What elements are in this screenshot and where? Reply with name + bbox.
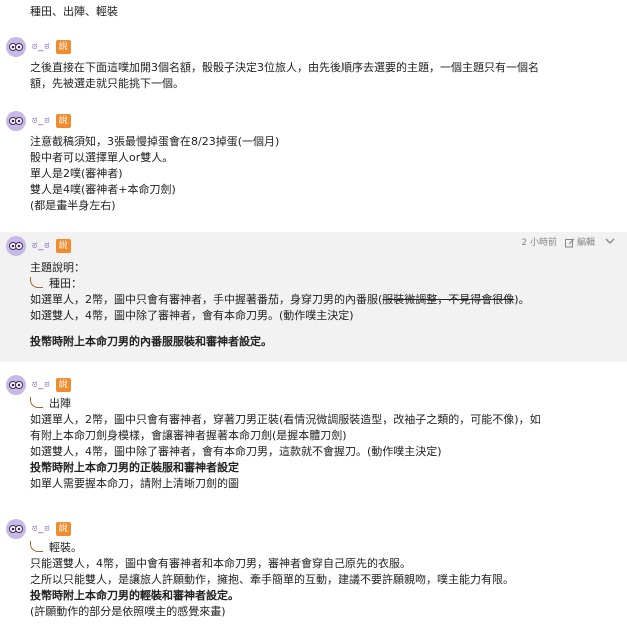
edit-label: 編輯	[576, 238, 595, 248]
plurk-response-3: ಠ_ಠ 說 2 小時前 編輯 主題說明： 種田： 如選單人，2幣，圖中只會有審神…	[0, 232, 627, 362]
response-header: ಠ_ಠ 說	[6, 110, 71, 132]
text-line: 種田：	[30, 276, 617, 292]
topic-label: 輕裝。	[49, 541, 82, 554]
avatar[interactable]	[6, 37, 26, 57]
author-name[interactable]: ಠ_ಠ	[32, 521, 51, 537]
text-line: 之所以只能雙人，是讓旅人許願動作，擁抱、牽手簡單的互動，建議不要許願親吻，噗主能…	[30, 573, 514, 586]
text-line: 如選雙人，4幣，圖中除了審神者，會有本命刀男，這款就不會握刀。(動作噗主決定)	[30, 445, 442, 458]
text-line: 有附上本命刀劍身模樣，會讓審神者握著本命刀劍(是握本體刀劍)	[30, 429, 347, 442]
chevron-down-icon[interactable]	[605, 235, 615, 251]
bold-line: 投幣時附上本命刀男的正裝服和審神者設定	[30, 461, 239, 474]
owl-face-icon	[9, 43, 23, 51]
response-meta: 2 小時前 編輯	[521, 235, 615, 251]
edit-button[interactable]: 編輯	[564, 235, 595, 251]
text-line: 如選單人，2幣，圖中只會有審神者，穿著刀男正裝(看情況微調服裝造型，改袖子之類的…	[30, 413, 541, 426]
response-header: ಠ_ಠ 說	[6, 235, 71, 257]
reply-hook-icon	[30, 277, 43, 288]
qualifier-badge: 說	[55, 378, 71, 392]
edit-icon	[564, 238, 575, 248]
text-line: 主題說明：	[30, 261, 85, 274]
response-body: 主題說明： 種田： 如選單人，2幣，圖中只會有審神者，手中握著番茄，身穿刀男的內…	[30, 260, 617, 350]
text-line: 單人是2噗(審神者)	[30, 167, 123, 180]
plurk-response-4: ಠ_ಠ 說 出陣 如選單人，2幣，圖中只會有審神者，穿著刀男正裝(看情況微調服裝…	[0, 374, 627, 504]
text-line: 骰中者可以選擇單人or雙人。	[30, 151, 174, 164]
owl-face-icon	[9, 117, 23, 125]
avatar[interactable]	[6, 111, 26, 131]
author-name[interactable]: ಠ_ಠ	[32, 238, 51, 254]
bold-line: 投幣時附上本命刀男的輕裝和審神者設定。	[30, 589, 239, 602]
response-header: ಠ_ಠ 說	[6, 518, 71, 540]
text-line: (許願動作的部分是依照噗主的感覺來畫)	[30, 605, 226, 618]
response-header: ಠ_ಠ 說	[6, 36, 71, 58]
response-body: 出陣 如選單人，2幣，圖中只會有審神者，穿著刀男正裝(看情況微調服裝造型，改袖子…	[30, 396, 617, 492]
text-line: 額，先被選走就只能挑下一個。	[30, 77, 184, 90]
text-line: 如選單人，2幣，圖中只會有審神者，手中握著番茄，身穿刀男的內番服(服裝微調整，不…	[30, 292, 617, 308]
plurk-response-2: ಠ_ಠ 說 注意截稿須知，3張最慢掉蛋會在8/23掉蛋(一個月) 骰中者可以選擇…	[0, 110, 627, 230]
text-line: 雙人是4噗(審神者+本命刀劍)	[30, 183, 176, 196]
avatar[interactable]	[6, 519, 26, 539]
response-body: 輕裝。 只能選雙人，4幣，圖中會有審神者和本命刀男，審神者會穿自己原先的衣服。 …	[30, 540, 617, 620]
timestamp: 2 小時前	[521, 238, 557, 248]
plurk-response-5: ಠ_ಠ 說 輕裝。 只能選雙人，4幣，圖中會有審神者和本命刀男，審神者會穿自己原…	[0, 518, 627, 631]
text-line: 如單人需要握本命刀，請附上清晰刀劍的圖	[30, 477, 239, 490]
author-name[interactable]: ಠ_ಠ	[32, 39, 51, 55]
owl-face-icon	[9, 242, 23, 250]
text-segment: 如選單人，2幣，圖中只會有審神者，手中握著番茄，身穿刀男的內番服(	[30, 293, 383, 306]
text-line: 注意截稿須知，3張最慢掉蛋會在8/23掉蛋(一個月)	[30, 135, 280, 148]
top-line: 種田、出陣、輕裝	[30, 5, 118, 18]
owl-face-icon	[9, 525, 23, 533]
qualifier-badge: 說	[55, 114, 71, 128]
topic-label: 種田：	[49, 277, 82, 290]
author-name[interactable]: ಠ_ಠ	[32, 113, 51, 129]
response-body: 注意截稿須知，3張最慢掉蛋會在8/23掉蛋(一個月) 骰中者可以選擇單人or雙人…	[30, 134, 617, 214]
plurk-response-1: ಠ_ಠ 說 之後直接在下面這噗加開3個名額，骰骰子決定3位旅人，由先後順序去選要…	[0, 36, 627, 98]
reply-hook-icon	[30, 397, 43, 408]
text-line: (都是畫半身左右)	[30, 199, 116, 212]
author-name[interactable]: ಠ_ಠ	[32, 377, 51, 393]
bold-line: 投幣時附上本命刀男的內番服服裝和審神者設定。	[30, 335, 272, 348]
qualifier-badge: 說	[55, 239, 71, 253]
strikethrough-text: 服裝微調整，不見得會很像	[382, 293, 515, 306]
text-line: 輕裝。	[30, 540, 617, 556]
qualifier-badge: 說	[55, 40, 71, 54]
avatar[interactable]	[6, 236, 26, 256]
reply-hook-icon	[30, 541, 43, 552]
response-body: 之後直接在下面這噗加開3個名額，骰骰子決定3位旅人，由先後順序去選要的主題，一個…	[30, 60, 617, 92]
text-line: 只能選雙人，4幣，圖中會有審神者和本命刀男，審神者會穿自己原先的衣服。	[30, 557, 411, 570]
text-line: 如選雙人，4幣，圖中除了審神者，會有本命刀男。(動作噗主決定)	[30, 309, 354, 322]
topic-label: 出陣	[49, 397, 71, 410]
avatar[interactable]	[6, 375, 26, 395]
text-line: 出陣	[30, 396, 617, 412]
qualifier-badge: 說	[55, 522, 71, 536]
text-line: 之後直接在下面這噗加開3個名額，骰骰子決定3位旅人，由先後順序去選要的主題，一個…	[30, 61, 539, 74]
response-header: ಠ_ಠ 說	[6, 374, 71, 396]
owl-face-icon	[9, 381, 23, 389]
text-segment: )。	[514, 293, 530, 306]
